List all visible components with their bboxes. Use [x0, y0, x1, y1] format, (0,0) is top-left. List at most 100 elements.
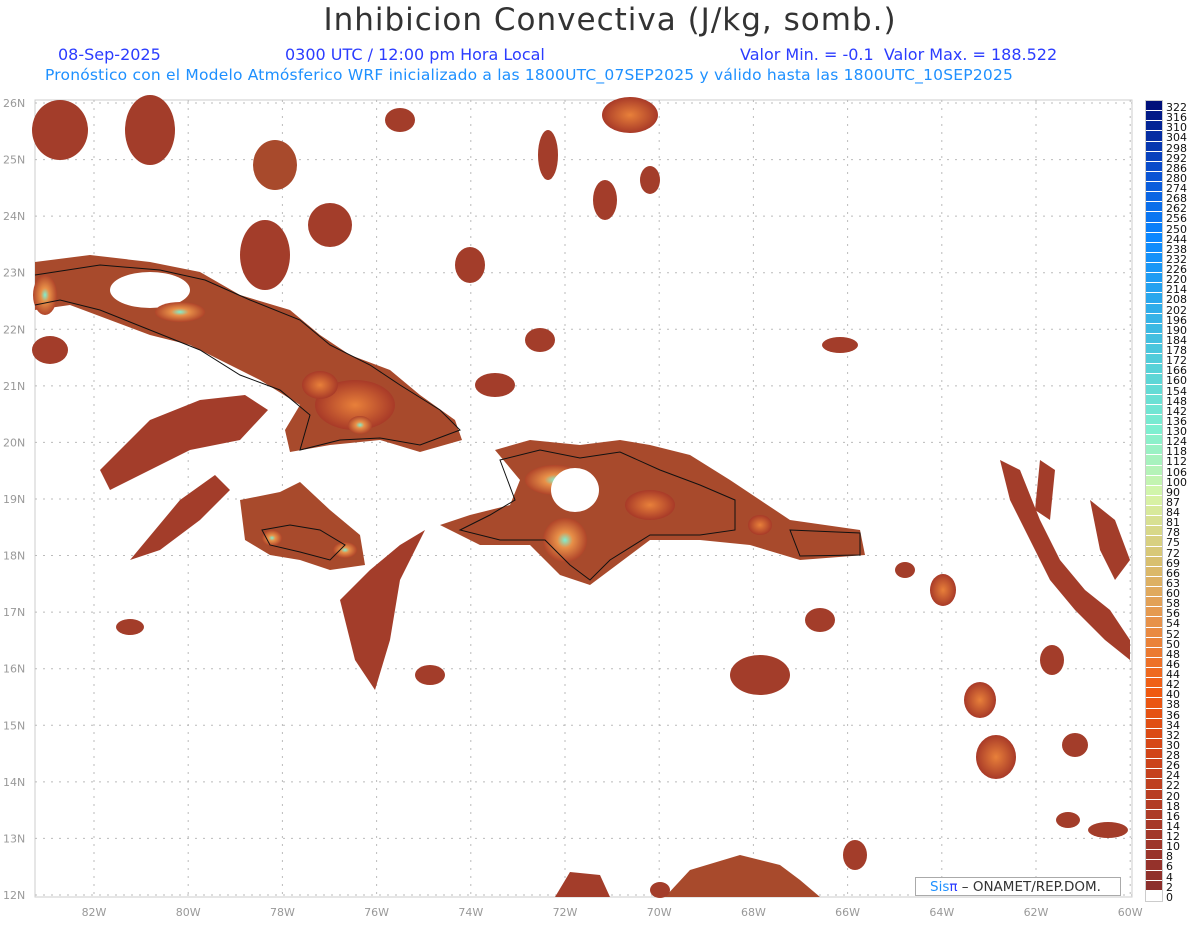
colorbar-swatch [1146, 161, 1162, 171]
colorbar-swatch [1146, 263, 1162, 273]
lat-label: 13N [3, 832, 25, 845]
credit-sis: Sis [930, 879, 950, 895]
lat-label: 14N [3, 776, 25, 789]
colorbar-label: 0 [1166, 890, 1173, 904]
lat-label: 26N [3, 97, 25, 110]
colorbar-swatch [1146, 222, 1162, 232]
colorbar-swatch [1146, 809, 1162, 819]
credit-box: Sisπ – ONAMET/REP.DOM. [915, 877, 1121, 896]
colorbar-swatch [1146, 698, 1162, 708]
colorbar-swatch [1146, 151, 1162, 161]
colorbar-swatch [1146, 506, 1162, 516]
colorbar-swatch [1146, 880, 1162, 890]
colorbar-swatch [1146, 131, 1162, 141]
lon-label: 60W [1118, 906, 1143, 919]
colorbar-swatch [1146, 192, 1162, 202]
lat-label: 20N [3, 436, 25, 449]
colorbar-swatch [1146, 344, 1162, 354]
colorbar-swatch [1146, 718, 1162, 728]
colorbar-swatch [1146, 668, 1162, 678]
colorbar-swatch [1146, 688, 1162, 698]
colorbar-swatch [1146, 779, 1162, 789]
colorbar-swatch [1146, 850, 1162, 860]
forecast-date: 08-Sep-2025 [58, 45, 161, 64]
colorbar-swatch [1146, 182, 1162, 192]
colorbar-swatch [1146, 465, 1162, 475]
colorbar-swatch [1146, 242, 1162, 252]
colorbar-swatch [1146, 445, 1162, 455]
colorbar-swatch [1146, 374, 1162, 384]
colorbar-swatch [1146, 556, 1162, 566]
colorbar-swatch [1146, 516, 1162, 526]
colorbar-swatch [1146, 354, 1162, 364]
lat-label: 17N [3, 606, 25, 619]
colorbar-swatch [1146, 890, 1162, 900]
min-max-values: Valor Min. = -0.1 Valor Max. = 188.522 [740, 45, 1058, 64]
colorbar-swatch [1146, 171, 1162, 181]
colorbar-swatch [1146, 769, 1162, 779]
colorbar-swatch [1146, 384, 1162, 394]
lon-label: 64W [929, 906, 954, 919]
forecast-time: 0300 UTC / 12:00 pm Hora Local [285, 45, 545, 64]
lon-label: 82W [82, 906, 107, 919]
colorbar-swatch [1146, 637, 1162, 647]
colorbar-swatch [1146, 475, 1162, 485]
colorbar-swatch [1146, 526, 1162, 536]
colorbar-swatch [1146, 414, 1162, 425]
colorbar-swatch [1146, 303, 1162, 313]
lat-label: 15N [3, 719, 25, 732]
colorbar-swatch [1146, 252, 1162, 263]
colorbar-swatch [1146, 202, 1162, 212]
lon-label: 76W [364, 906, 389, 919]
lon-label: 72W [553, 906, 578, 919]
colorbar-swatch [1146, 141, 1162, 151]
colorbar-swatch [1146, 840, 1162, 850]
colorbar-swatch [1146, 455, 1162, 465]
colorbar-swatch [1146, 121, 1162, 131]
map-title: Inhibicion Convectiva (J/kg, somb.) [323, 2, 897, 38]
lat-label: 24N [3, 210, 25, 223]
colorbar-swatch [1146, 404, 1162, 414]
colorbar-swatch [1146, 587, 1162, 597]
colorbar-swatch [1146, 870, 1162, 880]
colorbar-swatch [1146, 597, 1162, 607]
lon-label: 74W [458, 906, 483, 919]
cin-map: 82W 80W 78W 76W 74W 72W 70W 68W 66W 64W 62W 60W 26N 2… [3, 95, 1143, 919]
lon-label: 68W [741, 906, 766, 919]
colorbar-swatch [1146, 101, 1162, 111]
credit-org: – ONAMET/REP.DOM. [957, 879, 1101, 895]
colorbar-swatch [1146, 738, 1162, 749]
colorbar-swatch [1146, 728, 1162, 738]
colorbar-swatch [1146, 678, 1162, 688]
credit-pi: π [949, 879, 958, 895]
lat-label: 23N [3, 267, 25, 280]
lon-label: 78W [270, 906, 295, 919]
colorbar-swatch [1146, 273, 1162, 283]
colorbar-swatch [1146, 546, 1162, 556]
colorbar-swatch [1146, 111, 1162, 121]
colorbar-swatch [1146, 749, 1162, 759]
lat-label: 21N [3, 380, 25, 393]
lon-label: 70W [647, 906, 672, 919]
colorbar [1145, 100, 1163, 902]
colorbar-swatch [1146, 789, 1162, 799]
colorbar-swatch [1146, 799, 1162, 809]
colorbar-swatch [1146, 607, 1162, 617]
colorbar-swatch [1146, 566, 1162, 576]
colorbar-swatch [1146, 860, 1162, 870]
colorbar-swatch [1146, 425, 1162, 435]
lat-label: 19N [3, 493, 25, 506]
colorbar-swatch [1146, 536, 1162, 546]
colorbar-swatch [1146, 819, 1162, 830]
lat-label: 18N [3, 550, 25, 563]
model-subtitle: Pronóstico con el Modelo Atmósferico WRF… [45, 66, 1014, 84]
colorbar-swatch [1146, 708, 1162, 718]
lat-label: 16N [3, 663, 25, 676]
lon-label: 66W [835, 906, 860, 919]
colorbar-swatch [1146, 759, 1162, 769]
colorbar-swatch [1146, 293, 1162, 303]
colorbar-swatch [1146, 495, 1162, 506]
colorbar-swatch [1146, 576, 1162, 587]
colorbar-swatch [1146, 647, 1162, 657]
colorbar-swatch [1146, 313, 1162, 323]
